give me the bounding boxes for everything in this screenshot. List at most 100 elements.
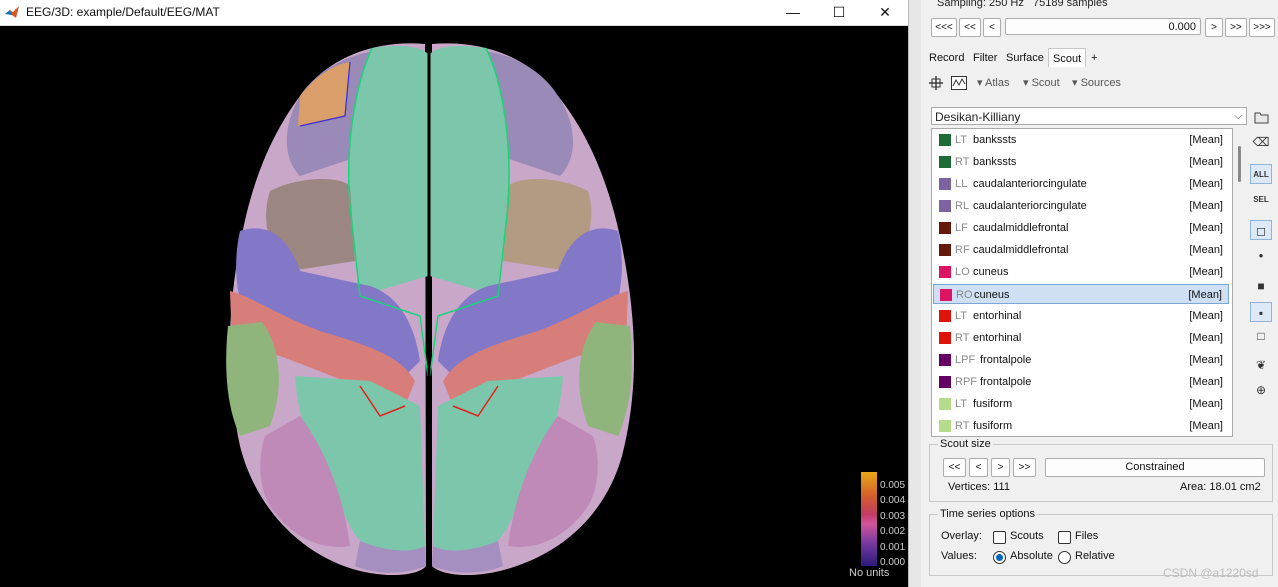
scout-row[interactable]: RT entorhinal [Mean] xyxy=(933,328,1229,348)
scout-row[interactable]: LPF frontalpole [Mean] xyxy=(933,350,1229,370)
transparent-fill-icon[interactable]: ▪ xyxy=(1250,302,1272,322)
region-right-superiorfrontal xyxy=(430,46,510,296)
absolute-radio[interactable] xyxy=(993,551,1006,564)
watermark: CSDN @a1220sd xyxy=(1163,566,1259,580)
scout-region-tag: RO xyxy=(956,289,973,301)
scout-region-tag: RT xyxy=(955,332,970,344)
tab-filter[interactable]: Filter xyxy=(969,48,1001,66)
scout-name: bankssts xyxy=(973,156,1017,168)
tab-surface[interactable]: Surface xyxy=(1002,48,1048,66)
scout-function: [Mean] xyxy=(1189,178,1223,190)
show-all-button[interactable]: ALL xyxy=(1250,164,1272,184)
chevron-down-icon: ⌵ xyxy=(1234,111,1242,122)
scout-list-scrollbar[interactable] xyxy=(1233,128,1247,435)
scout-color-swatch xyxy=(939,156,951,168)
scout-size-fast-grow-button[interactable]: >> xyxy=(1013,458,1036,477)
scout-color-swatch xyxy=(939,420,951,432)
folder-open-icon[interactable] xyxy=(1254,110,1270,124)
scout-name: entorhinal xyxy=(973,332,1022,344)
scout-row[interactable]: RT fusiform [Mean] xyxy=(933,416,1229,436)
close-button[interactable]: ✕ xyxy=(862,0,908,25)
scout-name: caudalanteriorcingulate xyxy=(973,200,1087,212)
scout-row[interactable]: RF caudalmiddlefrontal [Mean] xyxy=(933,240,1229,260)
scout-region-tag: LT xyxy=(955,398,968,410)
no-fill-icon[interactable]: □ xyxy=(1250,326,1272,346)
colorbar-tick: 0.003 xyxy=(880,511,906,522)
overlay-scouts-checkbox[interactable] xyxy=(993,531,1006,544)
overlay-files-label: Files xyxy=(1075,530,1099,542)
scout-row[interactable]: RL caudalanteriorcingulate [Mean] xyxy=(933,196,1229,216)
scout-size-fast-shrink-button[interactable]: << xyxy=(943,458,966,477)
seed-icon[interactable]: ● xyxy=(1250,246,1272,266)
scout-size-shrink-button[interactable]: < xyxy=(969,458,988,477)
nav-first-button[interactable]: <<< xyxy=(931,18,957,37)
scout-color-swatch xyxy=(939,244,951,256)
relative-radio[interactable] xyxy=(1058,551,1071,564)
brain-3d-view[interactable] xyxy=(0,26,908,587)
scout-row[interactable]: RO cuneus [Mean] xyxy=(933,284,1229,304)
scout-menu[interactable]: ▾ Scout xyxy=(1023,76,1060,89)
scout-color-swatch xyxy=(939,398,951,410)
nav-fast-back-button[interactable]: << xyxy=(959,18,981,37)
scout-row[interactable]: RT bankssts [Mean] xyxy=(933,152,1229,172)
time-value-field[interactable]: 0.000 xyxy=(1005,18,1201,35)
scrollbar-thumb[interactable] xyxy=(1238,146,1241,182)
sources-menu[interactable]: ▾ Sources xyxy=(1072,76,1121,89)
scout-size-grow-button[interactable]: > xyxy=(991,458,1010,477)
scout-name: frontalpole xyxy=(980,376,1032,388)
scout-row[interactable]: LT entorhinal [Mean] xyxy=(933,306,1229,326)
window-divider[interactable] xyxy=(908,0,921,587)
colorbar-units: No units xyxy=(849,567,890,579)
scout-function: [Mean] xyxy=(1189,222,1223,234)
minimize-button[interactable]: — xyxy=(770,0,816,25)
atlas-menu[interactable]: ▾ Atlas xyxy=(977,76,1009,89)
overlay-files-checkbox[interactable] xyxy=(1058,531,1071,544)
maximize-button[interactable]: ☐ xyxy=(816,0,862,25)
scout-function: [Mean] xyxy=(1189,134,1223,146)
tab-record[interactable]: Record xyxy=(925,48,968,66)
contour-icon[interactable]: ◻ xyxy=(1250,220,1272,240)
scout-row[interactable]: LL caudalanteriorcingulate [Mean] xyxy=(933,174,1229,194)
scout-name: entorhinal xyxy=(973,310,1022,322)
globe-icon[interactable]: ⊕ xyxy=(1250,380,1272,400)
atlas-select[interactable]: Desikan-Killiany ⌵ xyxy=(931,107,1247,125)
scout-region-tag: RF xyxy=(955,244,970,256)
scout-list[interactable]: LT bankssts [Mean] RT bankssts [Mean] LL caudal… xyxy=(931,128,1233,437)
nav-last-button[interactable]: >>> xyxy=(1249,18,1275,37)
scout-function: [Mean] xyxy=(1189,200,1223,212)
scout-function: [Mean] xyxy=(1189,266,1223,278)
scout-region-tag: RT xyxy=(955,156,970,168)
scout-row[interactable]: LF caudalmiddlefrontal [Mean] xyxy=(933,218,1229,238)
scout-color-swatch xyxy=(940,289,952,301)
tab-add[interactable]: + xyxy=(1087,48,1101,66)
nav-forward-button[interactable]: > xyxy=(1205,18,1223,37)
scout-name: caudalmiddlefrontal xyxy=(973,222,1069,234)
scout-row[interactable]: LT fusiform [Mean] xyxy=(933,394,1229,414)
tab-scout[interactable]: Scout xyxy=(1048,48,1087,67)
constrained-button[interactable]: Constrained xyxy=(1045,458,1265,477)
scout-color-swatch xyxy=(939,178,951,190)
scout-row[interactable]: LT bankssts [Mean] xyxy=(933,130,1229,150)
brain-icon[interactable]: ❦ xyxy=(1250,355,1272,375)
scout-row[interactable]: RPF frontalpole [Mean] xyxy=(933,372,1229,392)
scout-name: fusiform xyxy=(973,420,1013,432)
relative-label: Relative xyxy=(1075,550,1115,562)
scout-function: [Mean] xyxy=(1189,310,1223,322)
scout-row[interactable]: LO cuneus [Mean] xyxy=(933,262,1229,282)
scout-name: fusiform xyxy=(973,398,1013,410)
colorbar-tick: 0.002 xyxy=(880,526,906,537)
eraser-icon[interactable]: ⌫ xyxy=(1250,132,1272,152)
show-selected-button[interactable]: SEL xyxy=(1250,190,1272,210)
scout-region-tag: RL xyxy=(955,200,970,212)
figure-title-bar: EEG/3D: example/Default/EEG/MAT — ☐ ✕ xyxy=(0,0,908,26)
atlas-select-value: Desikan-Killiany xyxy=(935,110,1021,124)
nav-fast-forward-button[interactable]: >> xyxy=(1225,18,1247,37)
timeseries-icon[interactable] xyxy=(951,76,967,90)
colorbar xyxy=(861,472,877,566)
nav-back-button[interactable]: < xyxy=(983,18,1001,37)
atlas-menu-label: Atlas xyxy=(984,77,1010,89)
crosshair-icon[interactable] xyxy=(929,76,943,90)
scout-function: [Mean] xyxy=(1189,420,1223,432)
solid-fill-icon[interactable]: ■ xyxy=(1250,276,1272,296)
matlab-icon xyxy=(5,6,19,18)
